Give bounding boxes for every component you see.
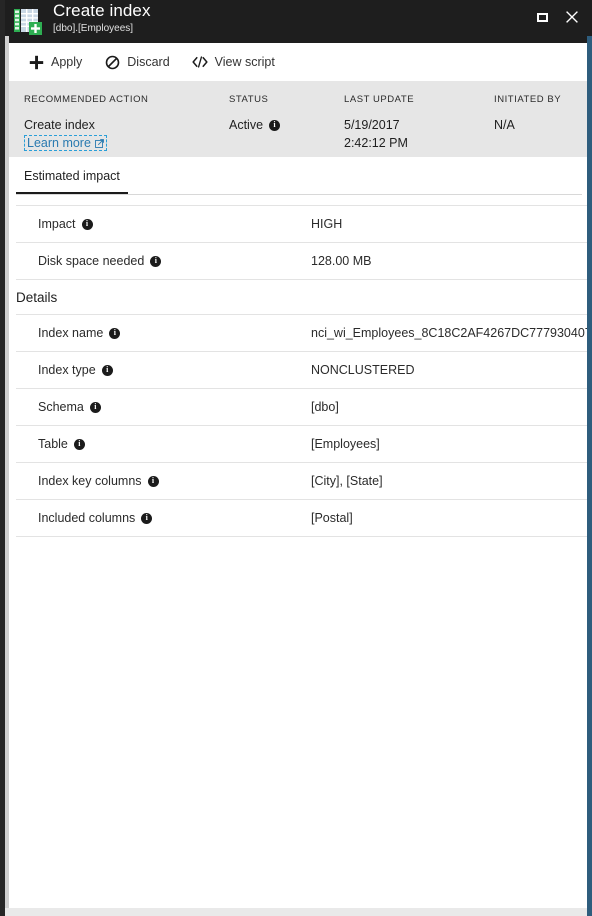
included-columns-info-icon[interactable]: i	[141, 512, 153, 524]
view-script-button[interactable]: View script	[192, 47, 275, 77]
status-badge: Active	[229, 118, 264, 132]
apply-button[interactable]: Apply	[28, 47, 82, 77]
summary-value-last-update-date: 5/19/2017	[344, 118, 400, 132]
discard-button[interactable]: Discard	[104, 47, 170, 77]
row-value-index-name: nci_wi_Employees_8C18C2AF4267DC777930407…	[311, 326, 587, 340]
title-bar: Create index [dbo].[Employees]	[0, 0, 592, 43]
row-value-disk-space-needed: 128.00 MB	[311, 254, 372, 268]
row-value-index-type: NONCLUSTERED	[311, 363, 415, 377]
summary-header-recommended-action: RECOMMENDED ACTION	[24, 94, 149, 105]
window-controls	[528, 4, 586, 30]
row-label-index-name: Index name i	[16, 326, 311, 340]
tab-strip-divider	[16, 194, 582, 195]
table-row: Table i [Employees]	[16, 426, 587, 463]
row-value-impact: HIGH	[311, 217, 343, 231]
command-bar: Apply Discard View script	[0, 43, 592, 81]
table-label-text: Table	[38, 437, 68, 451]
title-text-group: Create index [dbo].[Employees]	[53, 2, 151, 34]
index-name-info-icon[interactable]: i	[109, 327, 121, 339]
index-type-label-text: Index type	[38, 363, 96, 377]
create-index-table-icon	[13, 6, 43, 36]
index-key-columns-info-icon[interactable]: i	[147, 475, 159, 487]
status-info-icon[interactable]: i	[269, 119, 281, 131]
index-type-info-icon[interactable]: i	[101, 364, 113, 376]
window-title: Create index	[53, 1, 151, 20]
row-label-impact: Impact i	[16, 217, 311, 231]
summary-value-recommended-action: Create index	[24, 118, 95, 132]
window-left-border	[0, 0, 5, 916]
summary-value-status: Active i	[229, 118, 281, 132]
create-index-window: Create index [dbo].[Employees] Apply Dis…	[0, 0, 592, 916]
summary-value-initiated-by: N/A	[494, 118, 515, 132]
tab-estimated-impact-label: Estimated impact	[24, 169, 120, 183]
impact-details-content: Impact i HIGH Disk space needed i 128.00…	[0, 195, 592, 537]
tab-strip: Estimated impact	[0, 157, 592, 195]
code-brackets-icon	[192, 54, 208, 70]
impact-info-icon[interactable]: i	[81, 218, 93, 230]
row-value-index-key-columns: [City], [State]	[311, 474, 383, 488]
external-link-icon	[95, 138, 104, 148]
disk-space-info-icon[interactable]: i	[150, 255, 162, 267]
recommendation-summary: RECOMMENDED ACTION Create index Learn mo…	[0, 81, 592, 157]
summary-header-initiated-by: INITIATED BY	[494, 94, 562, 105]
close-button[interactable]	[558, 4, 586, 30]
summary-recommended-action: RECOMMENDED ACTION Create index Learn mo…	[24, 94, 148, 152]
disk-space-label-text: Disk space needed	[38, 254, 145, 268]
schema-info-icon[interactable]: i	[89, 401, 101, 413]
block-circle-slash-icon	[104, 54, 120, 70]
index-name-label-text: Index name	[38, 326, 104, 340]
window-bottom-border	[0, 908, 592, 916]
summary-initiated-by: INITIATED BY N/A	[494, 94, 561, 132]
table-row: Index key columns i [City], [State]	[16, 463, 587, 500]
window-left-inner-border	[5, 36, 9, 908]
summary-value-last-update-time: 2:42:12 PM	[344, 136, 408, 150]
row-value-schema: [dbo]	[311, 400, 339, 414]
close-icon	[566, 11, 578, 23]
window-subtitle: [dbo].[Employees]	[53, 23, 134, 34]
summary-header-status: STATUS	[229, 94, 269, 105]
learn-more-label: Learn more	[27, 136, 91, 150]
table-row: Index type i NONCLUSTERED	[16, 352, 587, 389]
window-right-border	[587, 36, 592, 916]
restore-button[interactable]	[528, 4, 556, 30]
index-key-columns-label-text: Index key columns	[38, 474, 142, 488]
summary-status: STATUS Active i	[229, 94, 281, 132]
restore-icon	[536, 12, 548, 22]
tab-estimated-impact[interactable]: Estimated impact	[16, 169, 128, 194]
table-row: Index name i nci_wi_Employees_8C18C2AF42…	[16, 314, 587, 352]
row-label-schema: Schema i	[16, 400, 311, 414]
row-label-index-type: Index type i	[16, 363, 311, 377]
row-value-table: [Employees]	[311, 437, 380, 451]
row-label-index-key-columns: Index key columns i	[16, 474, 311, 488]
table-row: Disk space needed i 128.00 MB	[16, 243, 587, 280]
impact-label-text: Impact	[38, 217, 76, 231]
included-columns-label-text: Included columns	[38, 511, 136, 525]
row-label-disk-space-needed: Disk space needed i	[16, 254, 311, 268]
row-value-included-columns: [Postal]	[311, 511, 353, 525]
apply-label: Apply	[51, 55, 83, 69]
plus-icon	[28, 54, 44, 70]
row-label-table: Table i	[16, 437, 311, 451]
summary-header-last-update: LAST UPDATE	[344, 94, 415, 105]
summary-last-update: LAST UPDATE 5/19/2017 2:42:12 PM	[344, 94, 414, 150]
table-info-icon[interactable]: i	[73, 438, 85, 450]
table-row: Schema i [dbo]	[16, 389, 587, 426]
table-row: Included columns i [Postal]	[16, 500, 587, 537]
learn-more-link[interactable]: Learn more	[24, 135, 107, 151]
details-section-title: Details	[16, 289, 58, 305]
discard-label: Discard	[127, 55, 170, 69]
view-script-label: View script	[214, 55, 275, 69]
schema-label-text: Schema	[38, 400, 84, 414]
table-row: Impact i HIGH	[16, 205, 587, 243]
row-label-included-columns: Included columns i	[16, 511, 311, 525]
content-top-spacer	[16, 195, 587, 205]
